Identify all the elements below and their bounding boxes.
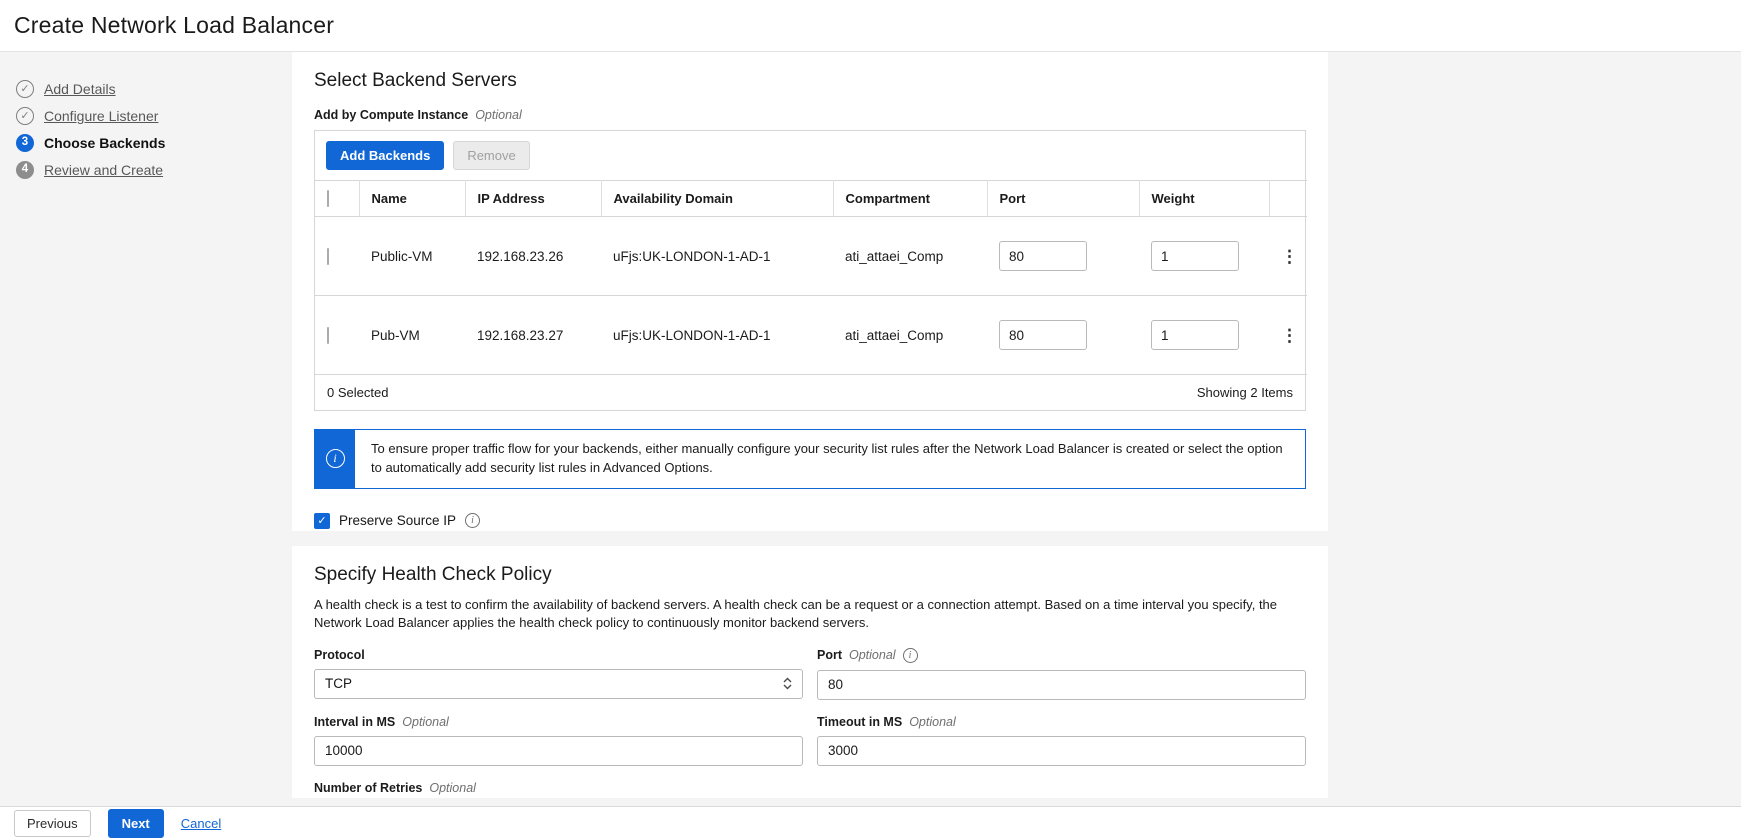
timeout-input[interactable]	[817, 736, 1306, 766]
cancel-link[interactable]: Cancel	[181, 816, 221, 831]
check-circle-icon: ✓	[16, 80, 34, 98]
optional-label: Optional	[849, 648, 896, 662]
health-section-heading: Specify Health Check Policy	[314, 564, 1306, 586]
select-all-checkbox[interactable]	[327, 190, 329, 207]
add-backends-button[interactable]: Add Backends	[326, 141, 444, 170]
row-checkbox[interactable]	[327, 327, 329, 344]
backend-section-heading: Select Backend Servers	[314, 70, 1306, 92]
health-check-policy-card: Specify Health Check Policy A health che…	[292, 546, 1328, 798]
interval-input[interactable]	[314, 736, 803, 766]
wizard-step-add-details[interactable]: ✓ Add Details	[16, 80, 278, 98]
cell-ip-address: 192.168.23.26	[465, 217, 601, 296]
health-port-input[interactable]	[817, 670, 1306, 700]
row-checkbox[interactable]	[327, 248, 329, 265]
column-header-weight: Weight	[1139, 181, 1269, 217]
column-header-compartment: Compartment	[833, 181, 987, 217]
interval-field: Interval in MS Optional	[314, 715, 803, 766]
step-number-icon: 3	[16, 134, 34, 152]
protocol-select-value: TCP	[325, 676, 352, 691]
security-rules-info-banner: i To ensure proper traffic flow for your…	[314, 429, 1306, 489]
weight-input[interactable]	[1151, 241, 1239, 271]
health-section-description: A health check is a test to confirm the …	[314, 596, 1306, 633]
wizard-step-label: Configure Listener	[44, 108, 158, 124]
wizard-step-configure-listener[interactable]: ✓ Configure Listener	[16, 107, 278, 125]
column-header-availability-domain: Availability Domain	[601, 181, 833, 217]
row-actions-menu-icon[interactable]: ⋮	[1281, 248, 1295, 265]
cell-availability-domain: uFjs:UK-LONDON-1-AD-1	[601, 296, 833, 375]
cell-name: Pub-VM	[359, 296, 465, 375]
select-chevrons-icon	[783, 677, 792, 690]
add-by-compute-instance-label: Add by Compute Instance	[314, 108, 468, 122]
cell-availability-domain: uFjs:UK-LONDON-1-AD-1	[601, 217, 833, 296]
column-header-name: Name	[359, 181, 465, 217]
step-number-icon: 4	[16, 161, 34, 179]
health-port-label: Port	[817, 648, 842, 662]
selected-count: 0 Selected	[327, 385, 388, 400]
remove-button[interactable]: Remove	[453, 141, 529, 170]
cell-compartment: ati_attaei_Comp	[833, 296, 987, 375]
retries-label: Number of Retries	[314, 781, 422, 795]
protocol-field: Protocol TCP	[314, 648, 803, 700]
info-icon: i	[326, 449, 345, 468]
info-banner-stripe: i	[315, 430, 355, 488]
port-input[interactable]	[999, 320, 1087, 350]
cell-name: Public-VM	[359, 217, 465, 296]
info-banner-text: To ensure proper traffic flow for your b…	[355, 430, 1305, 488]
wizard-step-review-and-create[interactable]: 4 Review and Create	[16, 161, 278, 179]
retries-field: Number of Retries Optional	[314, 781, 1306, 798]
protocol-select[interactable]: TCP	[314, 669, 803, 699]
table-row: Public-VM 192.168.23.26 uFjs:UK-LONDON-1…	[315, 217, 1307, 296]
table-row: Pub-VM 192.168.23.27 uFjs:UK-LONDON-1-AD…	[315, 296, 1307, 375]
row-actions-menu-icon[interactable]: ⋮	[1281, 327, 1295, 344]
page-title: Create Network Load Balancer	[14, 12, 334, 39]
preserve-source-ip-checkbox[interactable]: ✓	[314, 513, 330, 529]
page-header: Create Network Load Balancer	[0, 0, 1741, 52]
timeout-field: Timeout in MS Optional	[817, 715, 1306, 766]
previous-button[interactable]: Previous	[14, 810, 91, 837]
showing-count: Showing 2 Items	[1197, 385, 1293, 400]
wizard-step-choose-backends[interactable]: 3 Choose Backends	[16, 134, 278, 152]
health-port-field: Port Optional i	[817, 648, 1306, 700]
interval-label: Interval in MS	[314, 715, 395, 729]
wizard-action-bar: Previous Next Cancel	[0, 806, 1741, 840]
cell-ip-address: 192.168.23.27	[465, 296, 601, 375]
cell-compartment: ati_attaei_Comp	[833, 217, 987, 296]
wizard-step-label: Add Details	[44, 81, 116, 97]
info-icon[interactable]: i	[903, 648, 918, 663]
optional-label: Optional	[909, 715, 956, 729]
info-icon[interactable]: i	[465, 513, 480, 528]
wizard-step-label: Choose Backends	[44, 135, 165, 151]
weight-input[interactable]	[1151, 320, 1239, 350]
next-button[interactable]: Next	[108, 809, 164, 838]
check-circle-icon: ✓	[16, 107, 34, 125]
preserve-source-ip-label: Preserve Source IP	[339, 513, 456, 528]
wizard-steps-nav: ✓ Add Details ✓ Configure Listener 3 Cho…	[0, 52, 292, 806]
backends-table: Name IP Address Availability Domain Comp…	[315, 180, 1307, 375]
select-backend-servers-card: Select Backend Servers Add by Compute In…	[292, 52, 1328, 531]
optional-label: Optional	[429, 781, 476, 795]
protocol-label: Protocol	[314, 648, 365, 662]
column-header-port: Port	[987, 181, 1139, 217]
column-header-ip-address: IP Address	[465, 181, 601, 217]
timeout-label: Timeout in MS	[817, 715, 902, 729]
backends-table-container: Add Backends Remove Name IP Address Avai…	[314, 130, 1306, 411]
port-input[interactable]	[999, 241, 1087, 271]
optional-label: Optional	[475, 108, 522, 122]
wizard-step-label: Review and Create	[44, 162, 163, 178]
optional-label: Optional	[402, 715, 449, 729]
